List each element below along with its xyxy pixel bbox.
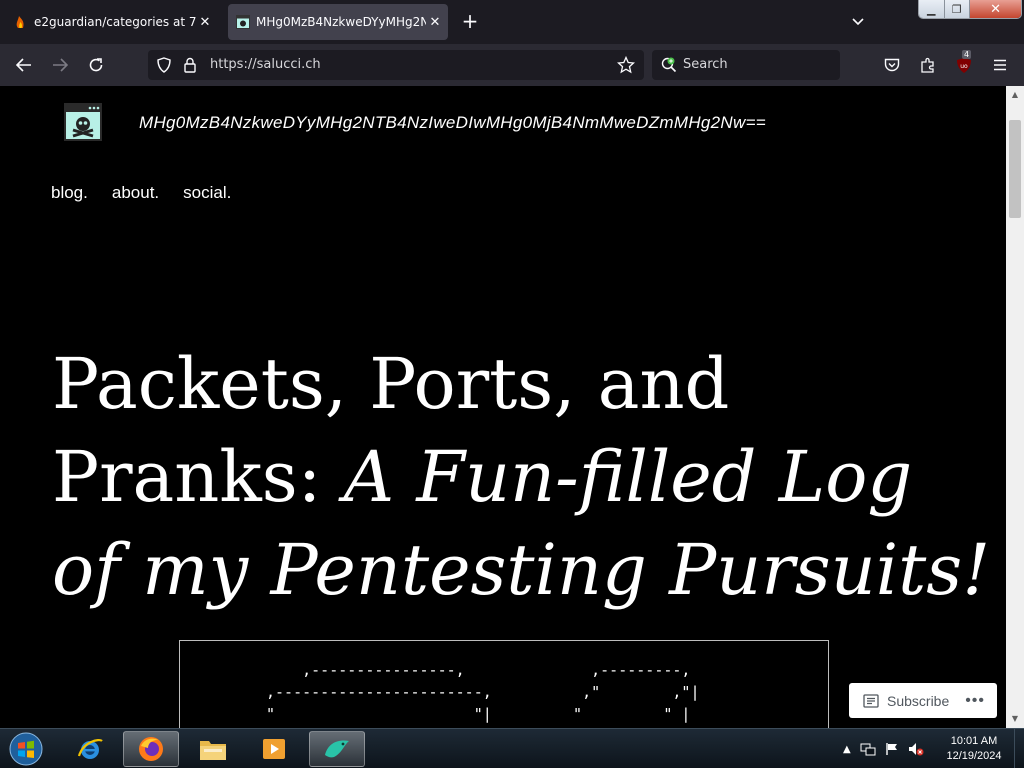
shield-icon[interactable] (157, 57, 171, 73)
close-tab-icon[interactable]: ✕ (426, 15, 444, 30)
page-headline: Packets, Ports, and Pranks: A Fun-filled… (52, 338, 992, 617)
close-tab-icon[interactable]: ✕ (196, 15, 214, 30)
taskbar-internet-explorer[interactable] (62, 731, 118, 767)
extensions-button[interactable] (915, 52, 941, 78)
folder-icon (200, 741, 226, 760)
site-logo-skull-icon[interactable] (64, 103, 102, 141)
taskbar-firefox[interactable] (123, 731, 179, 767)
app-menu-button[interactable] (987, 52, 1013, 78)
hamburger-menu-icon (994, 59, 1006, 71)
windows-taskbar: ▲ 10:01 AM 12/19/2024 (0, 728, 1024, 768)
url-bar[interactable]: https://salucci.ch (148, 50, 644, 80)
pocket-icon (884, 58, 900, 71)
pocket-button[interactable] (879, 52, 905, 78)
search-placeholder: Search (683, 57, 728, 72)
nav-blog-link[interactable]: blog. (51, 183, 88, 203)
action-center-flag-icon[interactable] (885, 742, 899, 756)
list-all-tabs-chevron-icon[interactable] (846, 10, 870, 34)
tab-title: e2guardian/categories at 74f76 (34, 15, 196, 29)
site-title-link[interactable]: MHg0MzB4NzkweDYyMHg2NTB4NzIweDIwMHg0MjB4… (139, 113, 766, 133)
ascii-art-block: ,----------------, ,---------, ,--------… (179, 640, 829, 728)
show-desktop-button[interactable] (1014, 729, 1024, 768)
tab-active-site[interactable]: MHg0MzB4NzkweDYyMHg2NTB ✕ (228, 4, 448, 40)
bookmark-star-icon[interactable] (617, 56, 635, 74)
web-page: MHg0MzB4NzkweDYyMHg2NTB4NzIweDIwMHg0MjB4… (0, 86, 1006, 728)
search-bar[interactable]: Search (652, 50, 840, 80)
svg-text:uo: uo (960, 63, 968, 70)
windows-start-button[interactable] (6, 731, 46, 767)
nav-social-link[interactable]: social. (183, 183, 231, 203)
navigation-toolbar: https://salucci.ch Search uo 4 (0, 44, 1024, 86)
forward-arrow-icon (53, 58, 68, 72)
puzzle-piece-icon (921, 57, 934, 73)
media-player-icon (263, 739, 285, 759)
taskbar-file-explorer[interactable] (185, 731, 241, 767)
close-window-button[interactable]: ✕ (970, 0, 1021, 18)
firefox-icon (139, 737, 163, 761)
back-button[interactable] (11, 52, 37, 78)
lock-icon[interactable] (184, 57, 196, 73)
new-tab-button[interactable]: + (458, 10, 482, 34)
page-scrollbar[interactable]: ▲ ▼ (1006, 86, 1024, 728)
scrollbar-thumb[interactable] (1009, 120, 1021, 218)
nav-about-link[interactable]: about. (112, 183, 159, 203)
back-arrow-icon (16, 58, 31, 72)
window-controls: ▁ ❐ ✕ (918, 0, 1022, 19)
tab-e2guardian[interactable]: e2guardian/categories at 74f76 ✕ (6, 4, 218, 40)
site-favicon-icon (236, 15, 250, 29)
ascii-art-text: ,----------------, ,---------, ,--------… (266, 661, 700, 723)
tab-strip: e2guardian/categories at 74f76 ✕ MHg0MzB… (0, 0, 1024, 44)
ublock-shield-icon: uo (957, 57, 971, 73)
bird-app-icon (325, 740, 349, 758)
system-tray: ▲ (843, 729, 924, 768)
reload-icon (89, 58, 103, 72)
taskbar-app-active[interactable] (309, 731, 365, 767)
forward-button[interactable] (47, 52, 73, 78)
tab-title: MHg0MzB4NzkweDYyMHg2NTB (256, 15, 426, 29)
taskbar-media-player[interactable] (246, 731, 302, 767)
subscribe-widget: Subscribe ••• (849, 683, 997, 718)
reader-icon (863, 693, 879, 708)
github-flame-icon (16, 16, 24, 28)
extension-badge: 4 (962, 50, 972, 59)
network-icon[interactable] (860, 742, 876, 756)
internet-explorer-icon (77, 739, 103, 759)
search-engine-icon (661, 57, 677, 73)
clock-date: 12/19/2024 (946, 750, 1002, 762)
url-text: https://salucci.ch (210, 57, 321, 72)
system-clock[interactable]: 10:01 AM 12/19/2024 (938, 734, 1010, 764)
volume-muted-icon[interactable] (908, 742, 924, 756)
scroll-up-arrow-icon[interactable]: ▲ (1006, 86, 1024, 104)
reload-button[interactable] (83, 52, 109, 78)
site-navigation: blog. about. social. (51, 183, 231, 203)
more-options-button[interactable]: ••• (965, 692, 985, 710)
subscribe-button[interactable]: Subscribe (887, 693, 949, 709)
show-hidden-icons-chevron-icon[interactable]: ▲ (843, 744, 851, 755)
restore-button[interactable]: ❐ (944, 0, 971, 18)
minimize-button[interactable]: ▁ (919, 0, 945, 18)
clock-time: 10:01 AM (950, 735, 998, 747)
scroll-down-arrow-icon[interactable]: ▼ (1006, 710, 1024, 728)
